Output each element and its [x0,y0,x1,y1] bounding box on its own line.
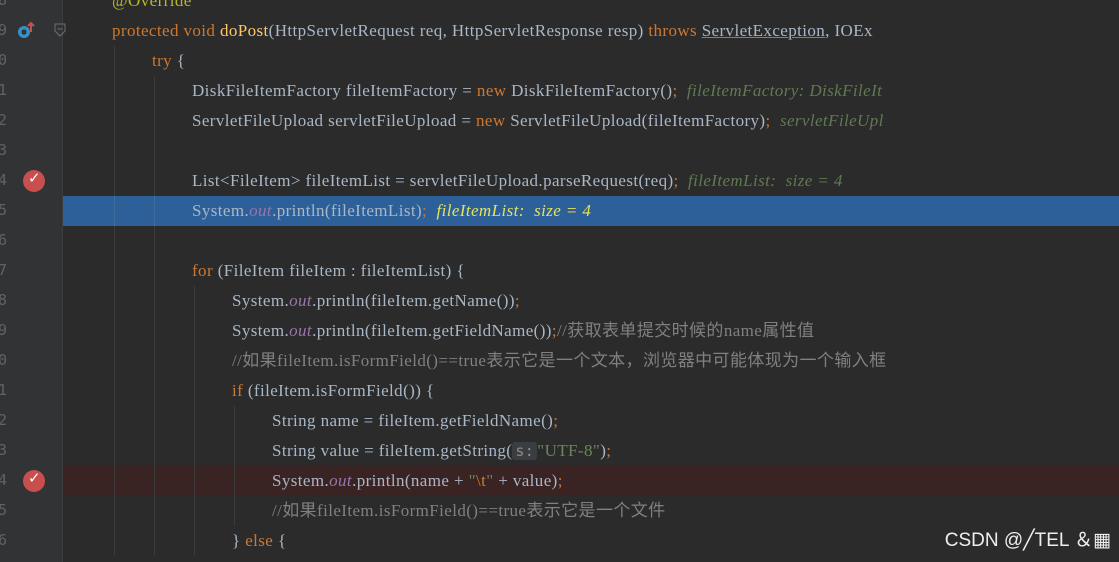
code-line[interactable]: 0 try { [0,46,1119,76]
code-text: System.out.println(fileItem.getName()); [232,291,521,310]
code-text: try { [152,51,186,70]
breakpoint-line[interactable]: 4 System.out.println(name + "\t" + value… [0,466,1119,496]
line-number: 0 [0,51,8,69]
code-text: protected void doPost(HttpServletRequest… [112,21,873,40]
debug-inline-value: fileItemList: size = 4 [436,201,592,220]
code-text: String value = fileItem.getString(s: "UTF… [272,441,612,460]
breakpoint-icon[interactable] [23,469,45,492]
csdn-watermark: CSDN @╱TEL ＆▦ [944,530,1111,551]
line-number: 1 [0,81,8,99]
code-line[interactable]: 0 //如果fileItem.isFormField()==true表示它是一个… [0,346,1119,376]
code-line[interactable]: 3 String value = fileItem.getString(s: "U… [0,436,1119,466]
code-text: ServletFileUpload servletFileUpload = ne… [192,111,884,130]
code-line[interactable]: 9 System.out.println(fileItem.getFieldNa… [0,316,1119,346]
line-number: 9 [0,21,8,39]
line-number: 3 [0,441,8,459]
code-line[interactable]: 3 [0,136,1119,166]
code-comment: //如果fileItem.isFormField()==true表示它是一个文件 [272,501,666,520]
code-line[interactable]: 5 //如果fileItem.isFormField()==true表示它是一个… [0,496,1119,526]
override-method-icon[interactable] [16,21,36,41]
line-number: 2 [0,111,8,129]
line-number: 3 [0,141,8,159]
code-text: System.out.println(fileItem.getFieldName… [232,321,815,340]
code-text: @Override [112,0,192,10]
line-number: 5 [0,201,8,219]
code-text: for (FileItem fileItem : fileItemList) { [192,261,465,280]
fold-icon[interactable] [54,23,66,37]
code-line[interactable]: 1 if (fileItem.isFormField()) { [0,376,1119,406]
code-text: if (fileItem.isFormField()) { [232,381,435,400]
code-text: List<FileItem> fileItemList = servletFil… [192,171,843,190]
line-number: 0 [0,351,8,369]
code-line[interactable]: 4 List<FileItem> fileItemList = servletF… [0,166,1119,196]
code-text: } else { [232,531,287,550]
code-line[interactable]: 8 System.out.println(fileItem.getName())… [0,286,1119,316]
code-text: String name = fileItem.getFieldName(); [272,411,559,430]
line-number: 4 [0,171,8,189]
code-line[interactable]: 9 protected void doPost(HttpServletReque… [0,16,1119,46]
code-text: System.out.println(name + "\t" + value); [272,471,563,490]
line-number: 6 [0,231,8,249]
line-number: 5 [0,501,8,519]
code-comment: //如果fileItem.isFormField()==true表示它是一个文本… [232,351,887,370]
line-number: 1 [0,381,8,399]
line-number: 9 [0,321,8,339]
line-number: 4 [0,471,8,489]
current-execution-line[interactable]: 5 System.out.println(fileItemList); file… [0,196,1119,226]
code-text: System.out.println(fileItemList); fileIt… [192,201,592,220]
code-line[interactable]: 2 String name = fileItem.getFieldName(); [0,406,1119,436]
code-line[interactable]: 8 @Override [0,0,1119,16]
code-line[interactable]: 6 [0,226,1119,256]
code-line[interactable]: 1 DiskFileItemFactory fileItemFactory = … [0,76,1119,106]
line-number: 8 [0,0,8,9]
code-text: DiskFileItemFactory fileItemFactory = ne… [192,81,883,100]
debug-inline-value: servletFileUpl [779,111,884,130]
line-number: 2 [0,411,8,429]
debug-inline-value: fileItemFactory: DiskFileIt [686,81,883,100]
line-number: 6 [0,531,8,549]
code-line[interactable]: 2 ServletFileUpload servletFileUpload = … [0,106,1119,136]
breakpoint-icon[interactable] [23,169,45,192]
line-number: 8 [0,291,8,309]
debug-inline-value: fileItemList: size = 4 [687,171,843,190]
line-number: 7 [0,261,8,279]
parameter-hint: s: [512,442,538,460]
code-line[interactable]: 7 for (FileItem fileItem : fileItemList)… [0,256,1119,286]
